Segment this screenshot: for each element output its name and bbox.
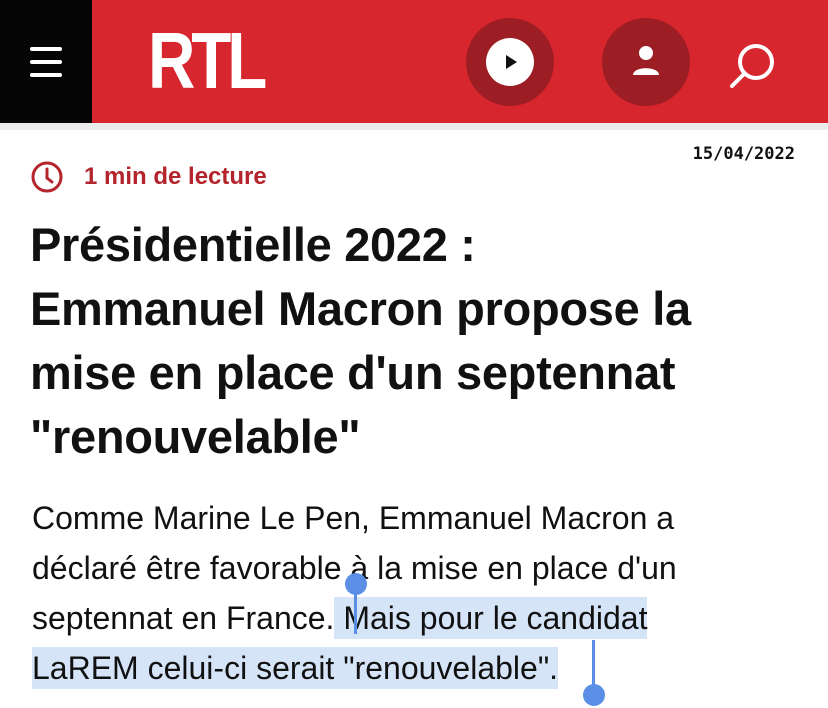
user-icon: [633, 46, 659, 75]
clock-icon: [31, 161, 63, 193]
lede-text: Comme Marine Le Pen, Emmanuel Macron a: [32, 500, 675, 536]
selection-end-handle[interactable]: [583, 684, 605, 706]
menu-icon-bar: [30, 73, 62, 77]
title-line: "renouvelable": [30, 410, 361, 463]
selected-text[interactable]: Mais pour le candidat: [334, 600, 648, 636]
read-time: 1 min de lecture: [30, 160, 267, 194]
header-divider: [0, 123, 828, 130]
top-bar: RTL: [0, 0, 828, 123]
search-button[interactable]: [722, 36, 782, 96]
search-icon: [730, 44, 774, 88]
title-line: Présidentielle 2022 :: [30, 218, 476, 271]
selected-text[interactable]: LaREM celui-ci serait "renouvelable".: [32, 650, 559, 686]
play-icon: [506, 55, 517, 69]
article-lede[interactable]: Comme Marine Le Pen, Emmanuel Macron a d…: [32, 493, 802, 693]
rtl-logo[interactable]: RTL: [148, 16, 267, 106]
account-button[interactable]: [602, 18, 690, 106]
title-line: mise en place d'un septennat: [30, 346, 676, 399]
lede-text: septennat en France.: [32, 600, 335, 636]
menu-icon-bar: [30, 47, 62, 51]
read-time-label: 1 min de lecture: [84, 163, 267, 190]
menu-button[interactable]: [0, 0, 92, 123]
play-icon-circle: [486, 38, 534, 86]
article-date: 15/04/2022: [692, 144, 795, 164]
selection-start-caret: [354, 590, 357, 634]
menu-icon-bar: [30, 60, 62, 64]
play-button[interactable]: [466, 18, 554, 106]
article-title: Présidentielle 2022 : Emmanuel Macron pr…: [30, 213, 800, 469]
title-line: Emmanuel Macron propose la: [30, 282, 691, 335]
selection-end-caret: [592, 640, 595, 688]
